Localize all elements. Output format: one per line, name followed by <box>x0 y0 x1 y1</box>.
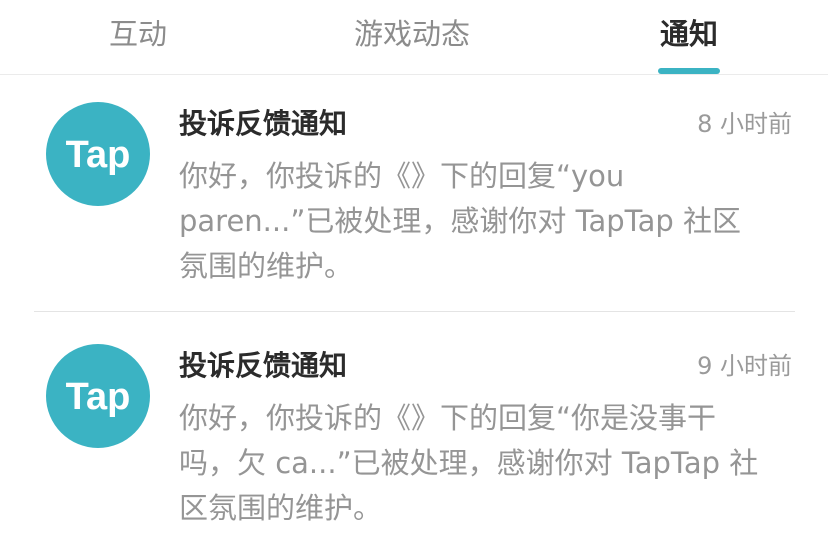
notification-item[interactable]: Tap 投诉反馈通知 8 小时前 你好，你投诉的《》下的回复“you paren… <box>0 96 828 312</box>
tab-game-news[interactable]: 游戏动态 <box>320 14 504 54</box>
notification-body: 你好，你投诉的《》下的回复“you paren...”已被处理，感谢你对 Tap… <box>179 154 797 289</box>
notification-title: 投诉反馈通知 <box>179 107 348 140</box>
notification-title: 投诉反馈通知 <box>179 349 348 382</box>
notification-body: 你好，你投诉的《》下的回复“你是没事干 吗，欠 ca...”已被处理，感谢你对 … <box>179 396 797 531</box>
list-divider <box>34 311 795 312</box>
notification-time: 8 小时前 <box>697 110 792 138</box>
notification-time: 9 小时前 <box>697 352 792 380</box>
notification-body-line: 氛围的维护。 <box>179 249 354 283</box>
avatar-logo-text: Tap <box>66 134 131 176</box>
tab-notifications[interactable]: 通知 <box>640 14 738 54</box>
tab-interaction[interactable]: 互动 <box>80 14 196 54</box>
tab-bar: 互动 游戏动态 通知 <box>0 0 828 75</box>
notification-body-line: 区氛围的维护。 <box>179 491 383 525</box>
active-tab-indicator <box>658 68 720 74</box>
notification-body-line: paren...”已被处理，感谢你对 TapTap 社区 <box>179 204 741 238</box>
taptap-logo-avatar: Tap <box>46 344 150 448</box>
notification-body-line: 你好，你投诉的《》下的回复“you <box>179 159 625 193</box>
taptap-logo-avatar: Tap <box>46 102 150 206</box>
avatar-logo-text: Tap <box>66 376 131 418</box>
notification-body-line: 吗，欠 ca...”已被处理，感谢你对 TapTap 社 <box>179 446 759 480</box>
notification-body-line: 你好，你投诉的《》下的回复“你是没事干 <box>179 401 717 435</box>
notification-item[interactable]: Tap 投诉反馈通知 9 小时前 你好，你投诉的《》下的回复“你是没事干 吗，欠… <box>0 338 828 538</box>
